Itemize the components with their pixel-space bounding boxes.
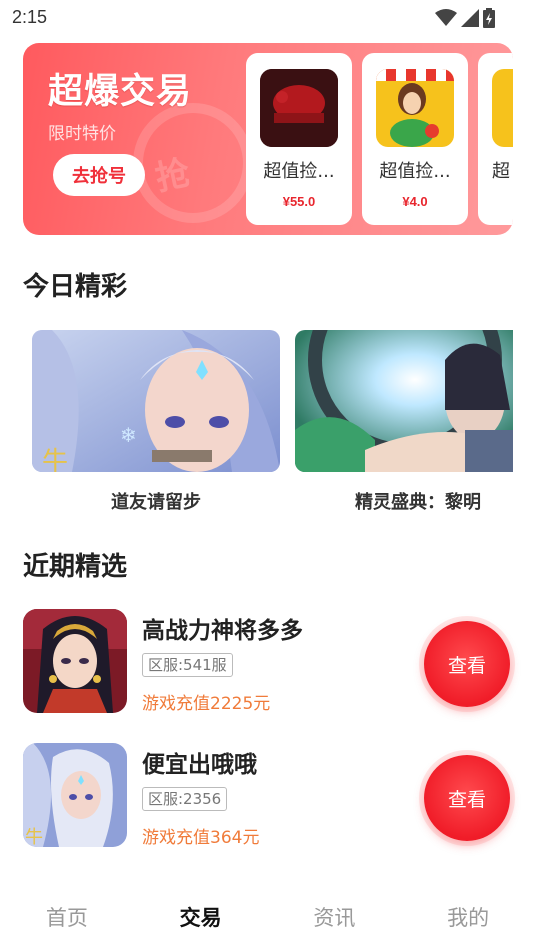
deal-price: ¥4.0 bbox=[402, 194, 428, 209]
bottom-nav: 首页 交易 资讯 我的 bbox=[0, 880, 535, 951]
highlight-card[interactable]: 牛 ❄ bbox=[32, 330, 280, 472]
deal-card[interactable]: 超值捡... ¥55.0 bbox=[246, 53, 352, 225]
svg-text:❄: ❄ bbox=[120, 423, 137, 447]
status-bar: 2:15 bbox=[0, 0, 535, 36]
deal-thumbnail bbox=[260, 69, 338, 147]
list-item[interactable]: 牛 便宜出哦哦 区服:2356 游戏充值364元 查看 bbox=[0, 743, 535, 853]
deal-thumbnail bbox=[376, 69, 454, 147]
recent-section-title: 近期精选 bbox=[23, 552, 128, 582]
recharge-amount: 游戏充值364元 bbox=[142, 828, 260, 848]
list-item[interactable]: 高战力神将多多 区服:541服 游戏充值2225元 查看 bbox=[0, 609, 535, 719]
deal-card[interactable]: 超 bbox=[478, 53, 513, 225]
deal-name: 超值捡... bbox=[379, 161, 451, 182]
server-badge: 区服:2356 bbox=[142, 787, 228, 811]
listing-title: 高战力神将多多 bbox=[142, 618, 303, 644]
deal-thumbnail bbox=[492, 69, 513, 147]
deal-name: 超值捡... bbox=[263, 161, 335, 182]
banner-decoration bbox=[133, 103, 253, 223]
hot-deals-banner[interactable]: 抢 超爆交易 限时特价 去抢号 超值捡... ¥55.0 超值捡... ¥4.0… bbox=[23, 43, 513, 235]
signal-icon bbox=[461, 9, 479, 27]
svg-text:牛: 牛 bbox=[25, 827, 43, 847]
wifi-icon bbox=[435, 9, 457, 26]
nav-item-news[interactable]: 资讯 bbox=[268, 880, 402, 951]
nav-item-mine[interactable]: 我的 bbox=[401, 880, 535, 951]
svg-text:牛: 牛 bbox=[42, 447, 68, 472]
today-section-title: 今日精彩 bbox=[23, 272, 128, 302]
deal-name: 超 bbox=[492, 161, 510, 182]
battery-icon bbox=[483, 8, 495, 28]
highlight-card[interactable] bbox=[295, 330, 513, 472]
recharge-amount: 游戏充值2225元 bbox=[142, 694, 271, 714]
highlight-caption: 精灵盛典：黎明 bbox=[355, 492, 481, 513]
deal-card[interactable]: 超值捡... ¥4.0 bbox=[362, 53, 468, 225]
status-icons bbox=[435, 8, 495, 28]
highlight-caption: 道友请留步 bbox=[111, 492, 201, 513]
nav-item-home[interactable]: 首页 bbox=[0, 880, 134, 951]
grab-account-button[interactable]: 去抢号 bbox=[53, 154, 145, 196]
nav-item-trade[interactable]: 交易 bbox=[134, 880, 268, 951]
banner-subtitle: 限时特价 bbox=[48, 124, 116, 144]
game-thumbnail bbox=[23, 609, 127, 713]
status-time: 2:15 bbox=[12, 7, 48, 27]
deal-price: ¥55.0 bbox=[282, 194, 316, 209]
view-button[interactable]: 查看 bbox=[424, 621, 510, 707]
game-thumbnail: 牛 bbox=[23, 743, 127, 847]
listing-title: 便宜出哦哦 bbox=[142, 752, 257, 778]
server-badge: 区服:541服 bbox=[142, 653, 233, 677]
banner-title: 超爆交易 bbox=[48, 72, 193, 112]
view-button[interactable]: 查看 bbox=[424, 755, 510, 841]
